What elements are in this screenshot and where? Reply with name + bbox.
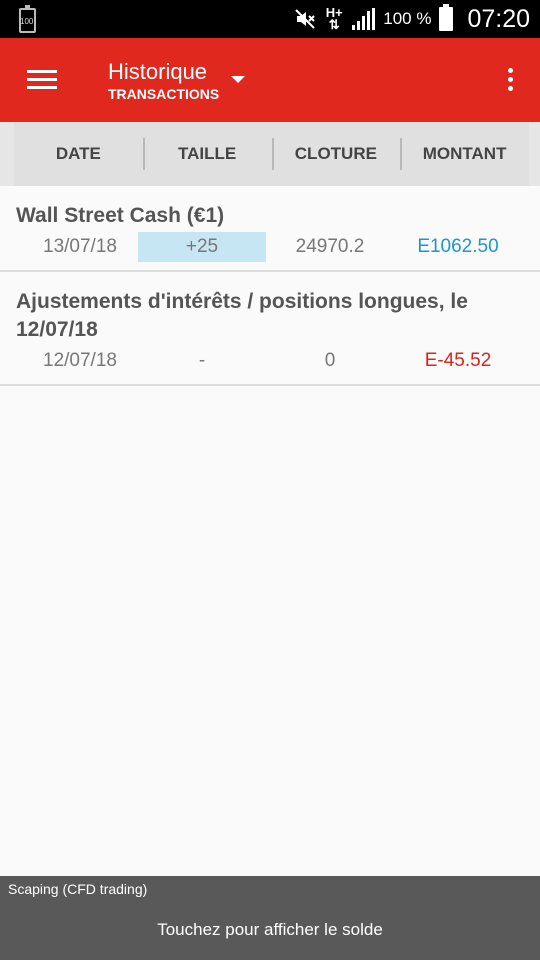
column-size[interactable]: TAILLE xyxy=(142,122,272,186)
more-options-icon[interactable] xyxy=(506,67,514,93)
transaction-close: 0 xyxy=(324,350,336,371)
transaction-list: Wall Street Cash (€1) 13/07/18 +25 24970… xyxy=(0,186,540,386)
transaction-title: Ajustements d'intérêts / positions longu… xyxy=(16,290,468,341)
battery-icon xyxy=(439,4,454,31)
battery-saver-label: 100 xyxy=(20,17,34,26)
column-date[interactable]: DATE xyxy=(14,122,143,186)
mute-icon xyxy=(295,9,315,29)
column-amount[interactable]: MONTANT xyxy=(400,122,529,186)
account-name: Scaping (CFD trading) xyxy=(8,881,148,897)
transaction-size: +25 xyxy=(138,232,266,262)
title-dropdown[interactable]: Historique TRANSACTIONS xyxy=(108,59,219,102)
battery-percent: 100 % xyxy=(383,9,432,28)
transaction-row[interactable]: Wall Street Cash (€1) 13/07/18 +25 24970… xyxy=(0,186,540,272)
page-title: Historique xyxy=(108,59,208,84)
clock: 07:20 xyxy=(467,4,530,33)
status-bar: 100 H+ ⇅ 100 % 07:20 xyxy=(0,0,540,38)
transaction-title: Wall Street Cash (€1) xyxy=(16,204,225,227)
column-header: DATE TAILLE CLOTURE MONTANT xyxy=(0,122,540,186)
column-close[interactable]: CLOTURE xyxy=(271,122,401,186)
network-type-icon: H+ ⇅ xyxy=(325,5,343,32)
battery-saver-icon: 100 xyxy=(19,5,36,33)
transaction-date: 12/07/18 xyxy=(43,350,117,371)
transaction-date: 13/07/18 xyxy=(43,236,117,257)
balance-bar[interactable]: Scaping (CFD trading) Touchez pour affic… xyxy=(0,876,540,960)
transaction-close: 24970.2 xyxy=(295,236,365,257)
show-balance-label: Touchez pour afficher le solde xyxy=(157,920,383,939)
transaction-row[interactable]: Ajustements d'intérêts / positions longu… xyxy=(0,272,540,386)
transaction-amount: E1062.50 xyxy=(417,236,499,257)
status-bar-right: H+ ⇅ 100 % 07:20 xyxy=(293,0,530,38)
network-type-label: H+ xyxy=(325,5,343,20)
page-subtitle: TRANSACTIONS xyxy=(108,86,220,102)
signal-icon xyxy=(352,8,376,30)
app-bar: Historique TRANSACTIONS xyxy=(0,38,540,122)
chevron-down-icon[interactable] xyxy=(231,76,245,83)
transaction-size: - xyxy=(198,350,206,371)
menu-icon[interactable] xyxy=(27,68,57,92)
transaction-amount: E-45.52 xyxy=(424,350,492,371)
